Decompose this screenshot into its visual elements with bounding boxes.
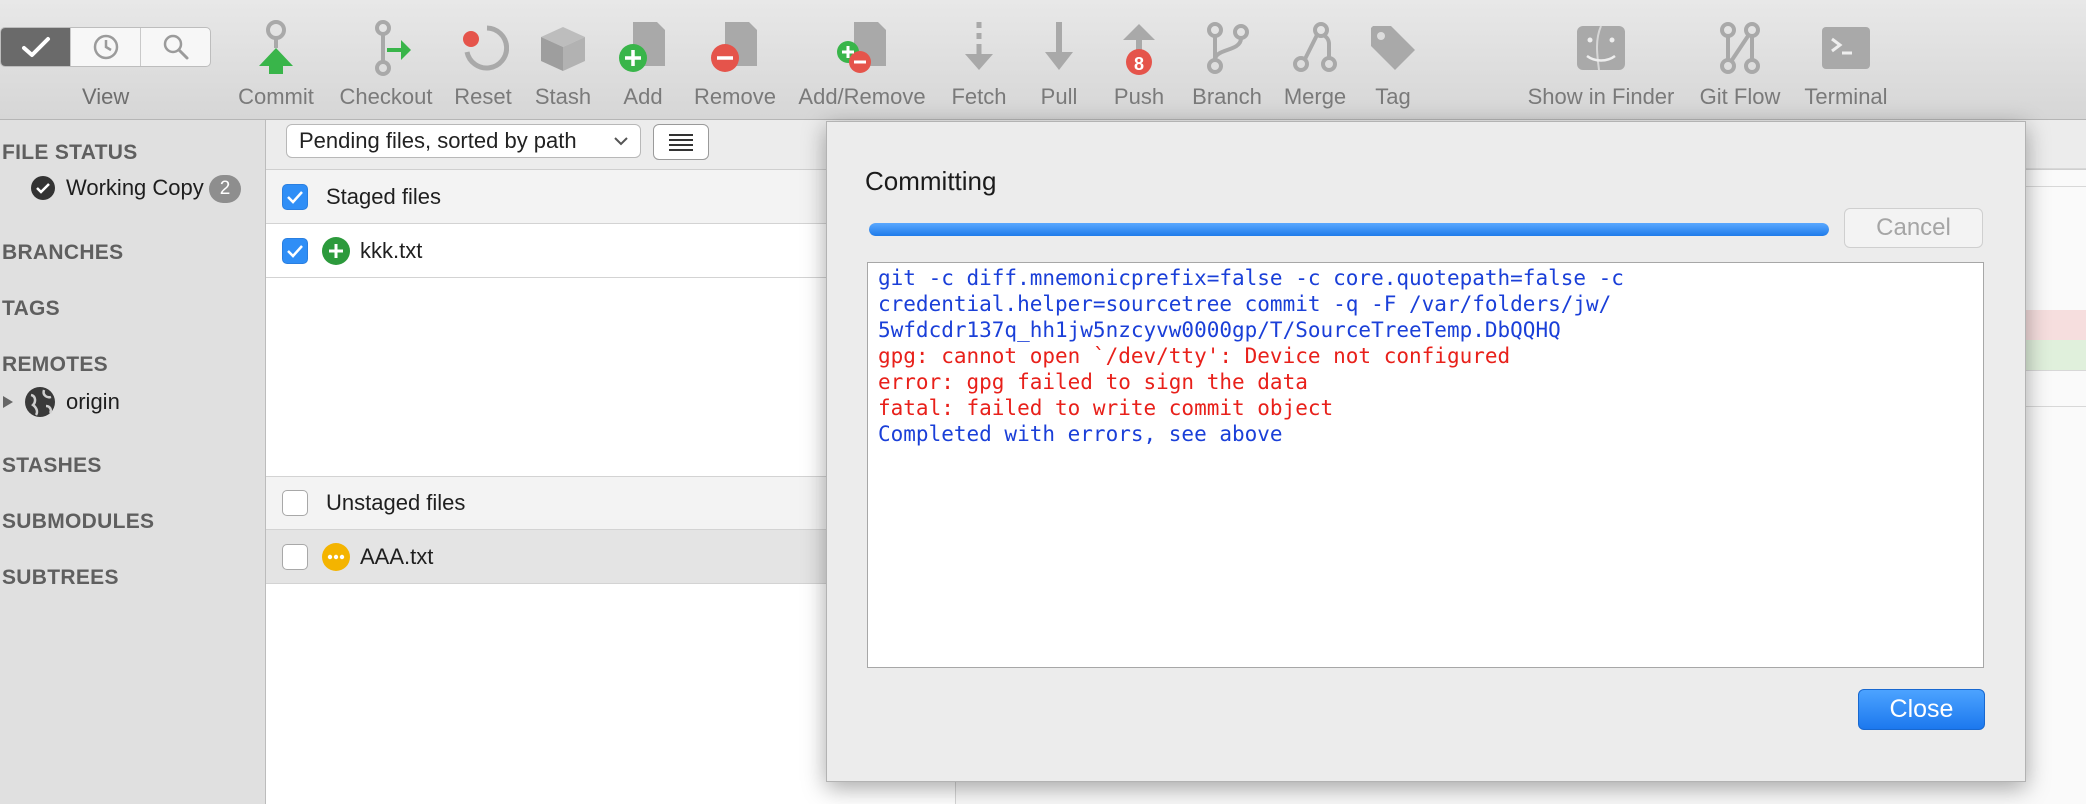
finder-icon bbox=[1577, 25, 1625, 71]
file-filter-value: Pending files, sorted by path bbox=[299, 128, 577, 153]
file-name: kkk.txt bbox=[360, 237, 423, 263]
add-icon bbox=[619, 22, 665, 72]
remove-button[interactable]: Remove bbox=[690, 20, 780, 110]
command-output-log[interactable]: git -c diff.mnemonicprefix=false -c core… bbox=[867, 262, 1984, 668]
branch-button[interactable]: Branch bbox=[1190, 20, 1264, 110]
sidebar-section-tags[interactable]: TAGS bbox=[2, 297, 60, 321]
pull-button[interactable]: Pull bbox=[1033, 20, 1085, 110]
fetch-button[interactable]: Fetch bbox=[949, 20, 1009, 110]
log-line: gpg: cannot open `/dev/tty': Device not … bbox=[878, 344, 1511, 368]
sidebar-section-branches[interactable]: BRANCHES bbox=[2, 241, 123, 265]
file-checkbox[interactable] bbox=[282, 237, 308, 264]
list-view-button[interactable] bbox=[653, 124, 709, 160]
git-flow-icon bbox=[1720, 22, 1760, 74]
fetch-icon bbox=[965, 22, 993, 70]
log-line: git -c diff.mnemonicprefix=false -c core… bbox=[878, 266, 1624, 290]
commit-icon bbox=[259, 20, 293, 74]
staged-select-all-checkbox[interactable] bbox=[282, 183, 308, 210]
log-line: error: gpg failed to sign the data bbox=[878, 370, 1308, 394]
log-line: Completed with errors, see above bbox=[878, 422, 1283, 446]
modified-status-icon bbox=[322, 542, 350, 571]
clock-icon bbox=[93, 34, 118, 60]
terminal-button[interactable]: Terminal bbox=[1799, 20, 1893, 110]
unstaged-files-label: Unstaged files bbox=[326, 490, 466, 515]
terminal-icon bbox=[1822, 27, 1870, 69]
progress-bar-fill bbox=[869, 223, 1829, 236]
checkmark-icon bbox=[287, 190, 303, 204]
tag-icon bbox=[1371, 26, 1415, 70]
stash-button[interactable]: Stash bbox=[530, 20, 596, 110]
unstaged-select-all-checkbox[interactable] bbox=[282, 490, 308, 516]
sidebar-section-file-status[interactable]: FILE STATUS bbox=[2, 141, 138, 165]
sidebar-item-origin[interactable]: origin bbox=[2, 386, 120, 418]
origin-label: origin bbox=[66, 389, 120, 414]
reset-button[interactable]: Reset bbox=[451, 20, 515, 110]
chevron-down-icon bbox=[614, 137, 628, 146]
file-filter-select[interactable]: Pending files, sorted by path bbox=[286, 124, 641, 158]
sidebar-section-remotes[interactable]: REMOTES bbox=[2, 353, 108, 377]
progress-bar bbox=[869, 223, 1829, 236]
view-file-status-button[interactable] bbox=[1, 28, 71, 66]
check-circle-icon bbox=[31, 176, 55, 200]
globe-icon bbox=[25, 387, 55, 417]
view-label: View bbox=[82, 84, 130, 109]
remove-icon bbox=[711, 22, 757, 72]
push-button[interactable]: 8 Push bbox=[1110, 20, 1168, 110]
sidebar-item-working-copy[interactable]: Working Copy bbox=[30, 175, 204, 201]
file-checkbox[interactable] bbox=[282, 543, 308, 570]
add-remove-button[interactable]: Add/Remove bbox=[793, 20, 931, 110]
reset-icon bbox=[463, 25, 509, 71]
sidebar-section-subtrees[interactable]: SUBTREES bbox=[2, 566, 119, 590]
show-in-finder-button[interactable]: Show in Finder bbox=[1523, 20, 1679, 110]
file-row[interactable]: kkk.txt bbox=[266, 224, 828, 278]
search-icon bbox=[163, 34, 188, 60]
file-name: AAA.txt bbox=[360, 543, 434, 569]
staged-files-label: Staged files bbox=[326, 183, 441, 209]
log-line: 5wfdcdr137q_hh1jw5nzcyvw0000gp/T/SourceT… bbox=[878, 318, 1561, 342]
disclosure-triangle-icon[interactable] bbox=[2, 395, 14, 409]
view-history-button[interactable] bbox=[71, 28, 141, 66]
sidebar-section-submodules[interactable]: SUBMODULES bbox=[2, 510, 154, 534]
staged-files-header[interactable]: Staged files bbox=[266, 170, 828, 224]
stash-icon bbox=[541, 27, 585, 71]
unstaged-files-header[interactable]: Unstaged files bbox=[266, 476, 828, 530]
checkout-icon bbox=[375, 20, 411, 76]
diff-added-line bbox=[2024, 340, 2086, 370]
checkmark-icon bbox=[287, 244, 303, 258]
log-line: credential.helper=sourcetree commit -q -… bbox=[878, 292, 1612, 316]
git-flow-button[interactable]: Git Flow bbox=[1696, 20, 1784, 110]
tag-button[interactable]: Tag bbox=[1368, 20, 1418, 110]
push-count-badge: 8 bbox=[1133, 54, 1144, 74]
log-line: fatal: failed to write commit object bbox=[878, 396, 1334, 420]
merge-icon bbox=[1293, 22, 1337, 72]
checkout-button[interactable]: Checkout bbox=[333, 20, 439, 110]
sidebar-section-stashes[interactable]: STASHES bbox=[2, 454, 102, 478]
file-row[interactable]: AAA.txt bbox=[266, 530, 828, 584]
merge-button[interactable]: Merge bbox=[1280, 20, 1350, 110]
commit-button[interactable]: Commit bbox=[234, 20, 318, 110]
cancel-button[interactable]: Cancel bbox=[1844, 208, 1983, 248]
diff-removed-line bbox=[2024, 310, 2086, 340]
add-button[interactable]: Add bbox=[614, 20, 672, 110]
view-search-button[interactable] bbox=[141, 28, 210, 66]
branch-icon bbox=[1207, 22, 1249, 74]
added-status-icon bbox=[322, 236, 350, 265]
working-copy-count-badge: 2 bbox=[209, 175, 241, 203]
view-segmented-control[interactable] bbox=[0, 27, 211, 67]
commit-progress-dialog: Committing Cancel git -c diff.mnemonicpr… bbox=[826, 121, 2026, 782]
list-icon bbox=[669, 134, 693, 151]
dialog-title: Committing bbox=[865, 166, 997, 196]
pull-icon bbox=[1045, 22, 1073, 70]
toolbar: View Commit Checkout Reset Stash Add Rem… bbox=[0, 0, 2086, 120]
add-remove-icon bbox=[837, 22, 886, 73]
close-button[interactable]: Close bbox=[1858, 689, 1985, 730]
working-copy-label: Working Copy bbox=[66, 175, 204, 200]
checkmark-icon bbox=[21, 37, 50, 57]
